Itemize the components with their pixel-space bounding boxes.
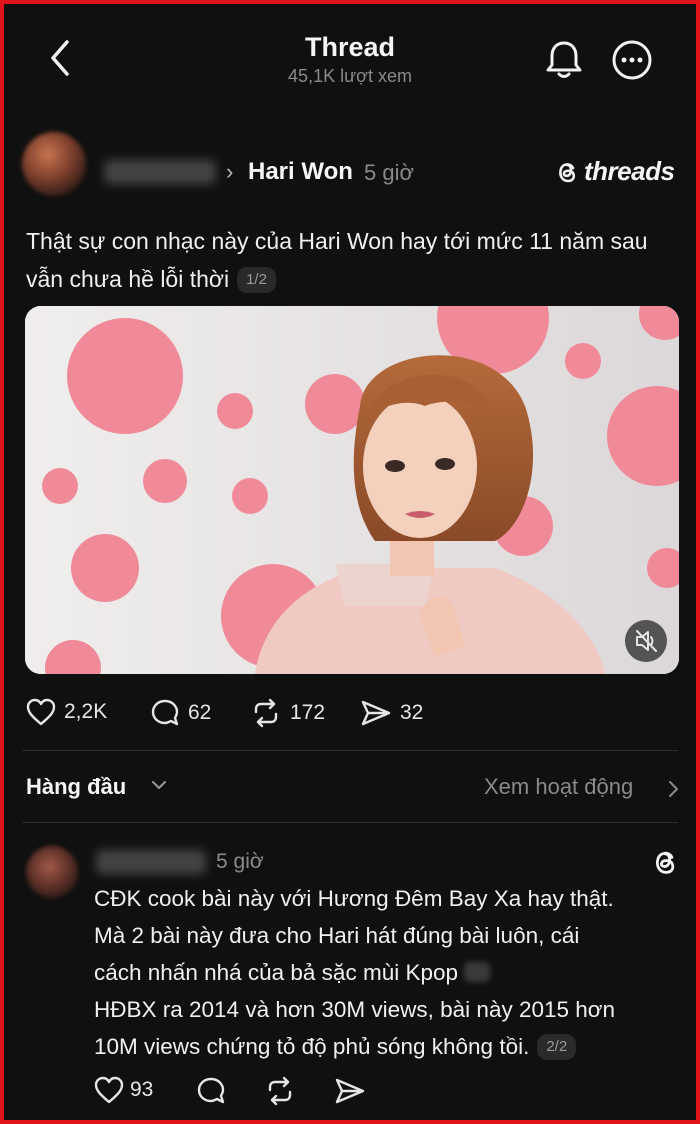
mute-button[interactable] xyxy=(625,620,667,662)
video-thumbnail xyxy=(25,306,679,674)
view-count: 45,1K lượt xem xyxy=(288,66,412,86)
bell-icon xyxy=(546,41,582,78)
blurred-reply-username xyxy=(96,850,206,874)
comment-icon xyxy=(151,699,179,726)
comment-count: 62 xyxy=(188,701,212,724)
comment-icon xyxy=(197,1077,225,1104)
like-action[interactable]: 2,2K xyxy=(26,698,107,726)
page-title: Thread xyxy=(304,32,396,62)
speaker-muted-icon xyxy=(636,630,657,652)
heart-icon xyxy=(26,698,56,726)
reply-line-text: 10M views chứng tỏ độ phủ sóng không tồi… xyxy=(94,1034,530,1059)
reply-line-text: cách nhấn nhá của bả sặc mùi Kpop xyxy=(94,960,458,985)
reply-line: HĐBX ra 2014 và hơn 30M views, bài này 2… xyxy=(94,997,616,1022)
send-icon xyxy=(335,1078,365,1104)
notifications-button[interactable] xyxy=(544,38,584,82)
threads-logo: threads xyxy=(554,156,675,187)
reply-share-action[interactable] xyxy=(334,1076,366,1106)
more-icon xyxy=(612,40,652,80)
post-video[interactable] xyxy=(25,306,679,674)
chevron-down-icon[interactable] xyxy=(150,776,168,799)
reply-line: Mà 2 bài này đưa cho Hari hát đúng bài l… xyxy=(94,923,580,948)
divider xyxy=(22,750,678,751)
more-options-button[interactable] xyxy=(610,38,654,82)
post-text: Thật sự con nhạc này của Hari Won hay tớ… xyxy=(26,228,648,292)
threads-icon xyxy=(559,162,576,182)
view-activity-link[interactable]: Xem hoạt động xyxy=(484,774,633,800)
chevron-right-icon[interactable] xyxy=(667,779,681,804)
reply-body: CĐK cook bài này với Hương Đêm Bay Xa ha… xyxy=(94,880,684,1065)
repost-action[interactable]: 172 xyxy=(250,698,325,728)
reply-like-action[interactable]: 93 xyxy=(94,1076,153,1104)
repost-icon xyxy=(268,1076,292,1106)
divider xyxy=(22,822,678,823)
repost-count: 172 xyxy=(290,701,326,724)
blurred-username xyxy=(104,160,216,184)
reply-comment-action[interactable] xyxy=(196,1076,226,1106)
reply-arrow-icon: › xyxy=(226,159,234,184)
reply-avatar[interactable] xyxy=(26,846,78,898)
sort-dropdown[interactable]: Hàng đầu xyxy=(26,774,126,800)
post-pager: 1/2 xyxy=(237,267,276,293)
share-count: 32 xyxy=(400,701,424,724)
reply-line-with-pager: 10M views chứng tỏ độ phủ sóng không tồi… xyxy=(94,1028,684,1065)
reply-line: CĐK cook bài này với Hương Đêm Bay Xa ha… xyxy=(94,886,614,911)
post-body: Thật sự con nhạc này của Hari Won hay tớ… xyxy=(26,222,666,298)
like-count: 2,2K xyxy=(64,700,108,723)
heart-icon xyxy=(94,1076,124,1104)
post-time: 5 giờ xyxy=(364,160,414,185)
reply-repost-action[interactable] xyxy=(264,1076,296,1106)
repost-icon xyxy=(254,698,278,728)
reply-time: 5 giờ xyxy=(216,850,264,873)
send-icon xyxy=(361,700,391,726)
threads-wordmark: threads xyxy=(584,156,675,186)
top-bar: Thread 45,1K lượt xem xyxy=(4,4,696,114)
quoted-user-avatar[interactable] xyxy=(22,132,86,196)
reply-pager: 2/2 xyxy=(537,1034,577,1060)
post-author[interactable]: Hari Won xyxy=(248,158,353,186)
blurred-emoji xyxy=(464,962,490,982)
app-frame: Thread 45,1K lượt xem › Hari Won 5 giờ t… xyxy=(0,0,700,1124)
share-action[interactable]: 32 xyxy=(360,698,423,728)
reply-line-with-emoji: cách nhấn nhá của bả sặc mùi Kpop xyxy=(94,954,684,991)
reply-like-count: 93 xyxy=(130,1078,154,1101)
threads-icon xyxy=(650,846,680,883)
comment-action[interactable]: 62 xyxy=(150,698,211,728)
